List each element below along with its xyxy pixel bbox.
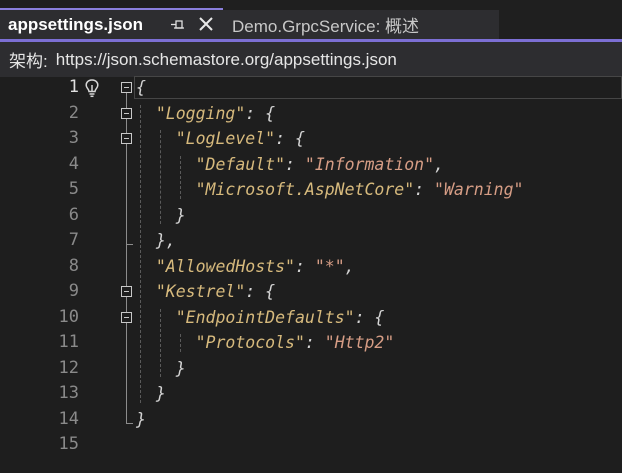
fold-line — [126, 297, 127, 312]
json-punctuation — [136, 104, 156, 123]
json-punctuation — [136, 155, 196, 174]
json-key: "Microsoft.AspNetCore" — [195, 180, 415, 199]
line-number: 6 — [68, 204, 79, 225]
json-punctuation: , — [344, 256, 355, 276]
fold-end-marker — [126, 244, 133, 245]
line-number: 12 — [58, 357, 79, 378]
json-punctuation: }, — [136, 231, 176, 250]
json-key: "AllowedHosts" — [155, 256, 295, 276]
json-punctuation: } — [136, 358, 186, 378]
json-string: "Information" — [304, 154, 435, 174]
pin-icon[interactable] — [170, 17, 186, 33]
json-punctuation — [136, 308, 176, 327]
tab-bar: appsettings.json Demo.GrpcService: 概述 — [0, 0, 622, 42]
code-line[interactable]: } — [136, 203, 186, 229]
code-line[interactable]: "Microsoft.AspNetCore": "Warning" — [136, 177, 524, 203]
fold-line — [126, 93, 127, 108]
schema-label: 架构: — [9, 52, 48, 71]
line-number: 13 — [58, 383, 79, 403]
line-number: 2 — [68, 102, 79, 123]
code-line[interactable]: "Kestrel": { — [136, 279, 275, 305]
fold-line — [126, 118, 127, 133]
schema-bar: 架构: https://json.schemastore.org/appsett… — [0, 42, 622, 77]
json-punctuation: : { — [354, 307, 385, 327]
json-punctuation — [136, 257, 156, 276]
json-key: "Protocols" — [195, 333, 305, 352]
line-number: 8 — [68, 255, 79, 276]
fold-line — [126, 144, 127, 286]
json-punctuation — [136, 333, 196, 352]
json-punctuation: } — [136, 384, 166, 403]
code-editor[interactable]: 1 2 3 4 5 6 7 8 9 10 11 12 13 14 15 { "Logging": { "Lo… — [0, 77, 622, 473]
json-key: "Default" — [195, 154, 286, 174]
tab-label: appsettings.json — [8, 14, 144, 34]
json-punctuation — [136, 282, 156, 301]
fold-line — [126, 322, 127, 423]
code-line[interactable]: "LogLevel": { — [136, 126, 305, 152]
json-key: "EndpointDefaults" — [175, 307, 355, 327]
line-number: 5 — [68, 179, 79, 199]
json-punctuation: : { — [275, 129, 305, 148]
fold-end-marker — [126, 422, 133, 424]
schema-url-field[interactable]: https://json.schemastore.org/appsettings… — [56, 50, 397, 70]
collapse-toggle[interactable] — [121, 286, 132, 297]
json-punctuation: : { — [245, 282, 276, 301]
code-line[interactable]: "Default": "Information", — [136, 152, 444, 178]
code-line[interactable]: "Protocols": "Http2" — [136, 330, 395, 356]
tab-label: Demo.GrpcService: 概述 — [232, 17, 420, 36]
current-line-highlight — [134, 76, 622, 99]
json-punctuation: , — [434, 154, 444, 174]
line-number: 4 — [68, 153, 79, 174]
json-punctuation: : — [414, 180, 435, 199]
collapse-toggle[interactable] — [121, 82, 132, 93]
tab-demo-grpcservice-overview[interactable]: Demo.GrpcService: 概述 — [223, 10, 499, 39]
json-punctuation — [136, 180, 196, 199]
tab-appsettings-json[interactable]: appsettings.json — [0, 8, 223, 39]
code-line[interactable]: } — [136, 381, 166, 407]
code-line[interactable]: } — [136, 356, 186, 382]
collapse-toggle[interactable] — [121, 133, 132, 144]
line-number: 14 — [58, 408, 79, 429]
line-number: 1 — [68, 77, 79, 97]
json-key: "LogLevel" — [175, 129, 276, 148]
json-punctuation: } — [136, 409, 146, 429]
json-punctuation — [136, 129, 176, 148]
lightbulb-icon[interactable] — [83, 78, 101, 98]
json-punctuation: } — [136, 205, 186, 225]
line-number: 3 — [68, 128, 79, 148]
line-number: 11 — [58, 332, 79, 352]
code-line[interactable]: "AllowedHosts": "*", — [136, 254, 355, 280]
json-string: "*" — [314, 256, 345, 276]
line-number: 7 — [68, 230, 79, 250]
json-key: "Logging" — [155, 103, 246, 123]
json-string: "Warning" — [434, 180, 524, 199]
json-key: "Kestrel" — [155, 282, 246, 301]
json-string: "Http2" — [324, 333, 395, 352]
line-number: 10 — [58, 306, 79, 327]
line-number: 15 — [58, 434, 79, 454]
code-line[interactable]: }, — [136, 228, 176, 254]
json-punctuation: : — [285, 154, 305, 174]
code-line[interactable]: "EndpointDefaults": { — [136, 305, 385, 331]
code-line[interactable]: "Logging": { — [136, 101, 275, 127]
collapse-toggle[interactable] — [121, 107, 132, 119]
code-line[interactable]: } — [136, 407, 146, 433]
json-punctuation: : — [294, 256, 315, 276]
json-punctuation: : — [304, 333, 325, 352]
close-icon[interactable] — [197, 15, 215, 33]
line-number: 9 — [68, 281, 79, 301]
collapse-toggle[interactable] — [121, 311, 132, 323]
json-punctuation: : { — [245, 103, 276, 123]
